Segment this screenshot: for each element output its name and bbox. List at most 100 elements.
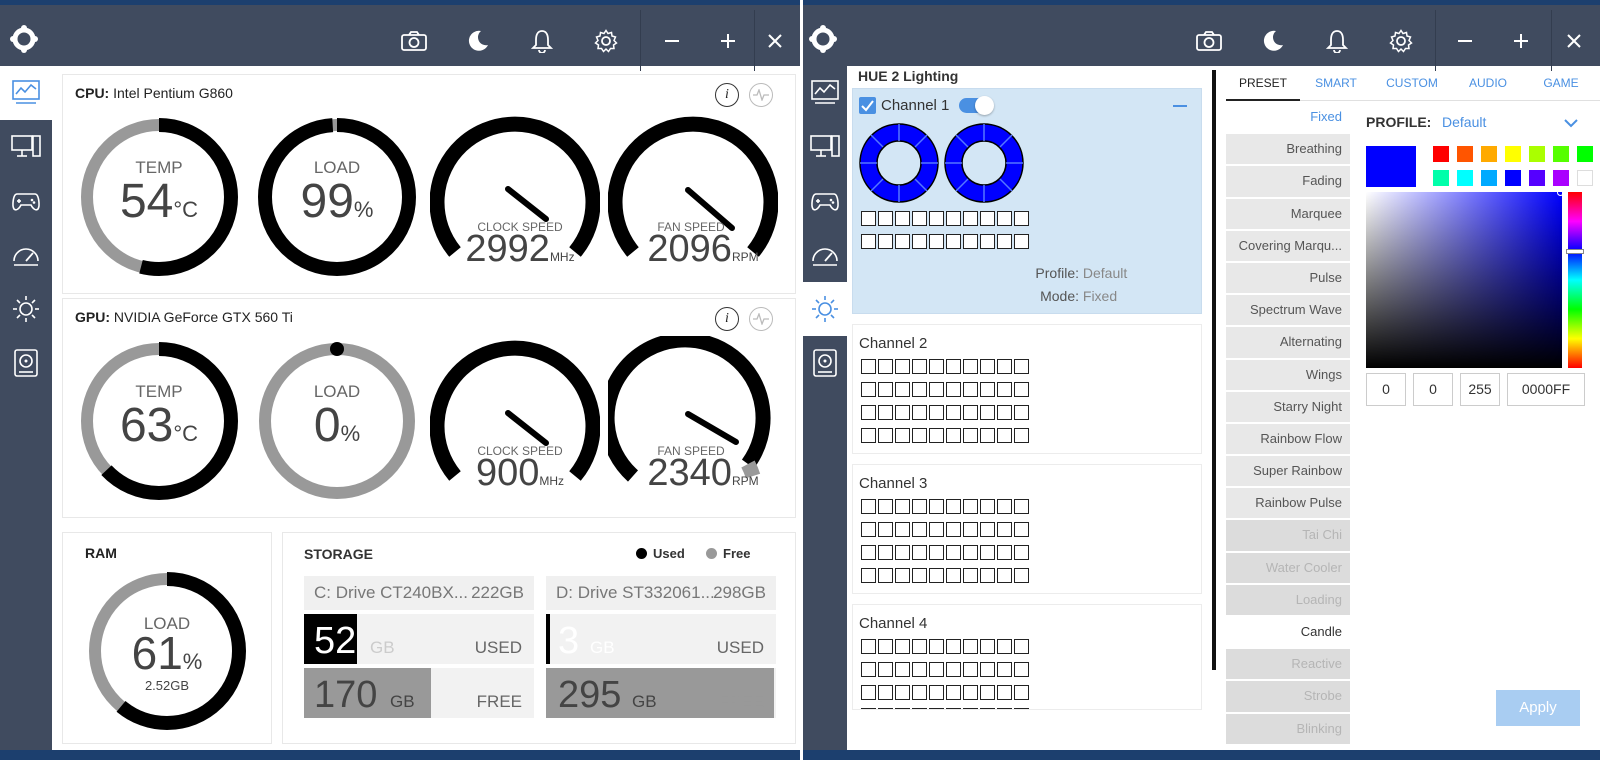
apply-button[interactable]: Apply — [1496, 690, 1580, 726]
drive-c-used-label: USED — [474, 638, 522, 657]
preset-item: Tai Chi — [1226, 520, 1350, 553]
channel-1-checkbox[interactable] — [859, 97, 876, 114]
channel-3-card[interactable]: Channel 3 — [852, 464, 1202, 594]
sidebar-item-dashboard[interactable] — [0, 66, 52, 120]
preset-list: Fixed Breathing Fading Marquee Covering Marq… — [1226, 102, 1350, 746]
cpu-fan-value: 2096RPM — [647, 228, 759, 270]
color-swatch[interactable] — [1505, 146, 1521, 162]
sidebar-item-pc[interactable] — [803, 120, 847, 174]
channel-scrollbar[interactable] — [1212, 70, 1216, 670]
gpu-temp-gauge: TEMP 63°C — [74, 336, 244, 506]
gpu-pulse-icon[interactable] — [749, 307, 773, 331]
cpu-temp-value: 54°C — [119, 175, 199, 228]
channel-1-collapse-icon[interactable] — [1173, 105, 1187, 107]
preset-item[interactable]: Alternating — [1226, 327, 1350, 360]
channel-2-card[interactable]: Channel 2 — [852, 324, 1202, 454]
plus-icon[interactable] — [1489, 10, 1553, 71]
preset-item[interactable]: Fixed — [1226, 102, 1350, 135]
preset-item[interactable]: Breathing — [1226, 134, 1350, 167]
gamepad-icon — [811, 193, 839, 211]
sidebar-item-storage[interactable] — [803, 336, 847, 390]
moon-icon[interactable] — [446, 10, 510, 71]
cpu-clock-value: 2992MHz — [465, 228, 575, 270]
red-input[interactable]: 0 — [1366, 373, 1406, 406]
sidebar-item-games[interactable] — [803, 174, 847, 228]
sidebar-item-performance[interactable] — [803, 228, 847, 282]
preset-item[interactable]: Pulse — [1226, 262, 1350, 296]
channel-1-card[interactable]: Channel 1 Profile: Default Mode: Fixed — [852, 88, 1202, 314]
saturation-value-picker[interactable] — [1366, 192, 1562, 368]
preset-item[interactable]: Wings — [1226, 359, 1350, 392]
fan-ring-preview — [859, 123, 1024, 203]
sidebar-item-lighting[interactable] — [803, 282, 847, 336]
profile-dropdown[interactable]: Default — [1442, 114, 1486, 130]
title-bar — [803, 0, 1600, 71]
gear-icon[interactable] — [574, 10, 638, 71]
sidebar-item-pc[interactable] — [0, 120, 52, 174]
minimize-icon[interactable] — [640, 10, 704, 71]
hue-slider[interactable] — [1568, 192, 1582, 368]
color-swatch[interactable] — [1553, 170, 1569, 186]
preset-item[interactable]: Candle — [1226, 617, 1350, 650]
color-swatch[interactable] — [1457, 170, 1473, 186]
color-swatch[interactable] — [1433, 146, 1449, 162]
sidebar-item-games[interactable] — [0, 174, 52, 228]
close-icon[interactable] — [1549, 10, 1599, 71]
desktop: CPU: Intel Pentium G860 i GPU: NVIDIA Ge… — [0, 0, 1600, 760]
color-swatch[interactable] — [1457, 146, 1473, 162]
color-swatch[interactable] — [1505, 170, 1521, 186]
hex-input[interactable]: 0000FF — [1507, 373, 1585, 406]
green-input[interactable]: 0 — [1413, 373, 1453, 406]
close-icon[interactable] — [750, 10, 800, 71]
gpu-info-icon[interactable]: i — [715, 307, 739, 331]
cpu-info-icon[interactable]: i — [715, 83, 739, 107]
bell-icon[interactable] — [510, 10, 574, 71]
sidebar-item-storage[interactable] — [0, 336, 52, 390]
color-swatch[interactable] — [1577, 146, 1593, 162]
color-swatch[interactable] — [1529, 146, 1545, 162]
channel-1-toggle[interactable] — [959, 96, 994, 115]
gear-icon[interactable] — [1369, 10, 1433, 71]
channel-4-name: Channel 4 — [859, 615, 928, 632]
preset-item[interactable]: Spectrum Wave — [1226, 295, 1350, 328]
bell-icon[interactable] — [1305, 10, 1369, 71]
sidebar-item-performance[interactable] — [0, 228, 52, 282]
camera-icon[interactable] — [382, 10, 446, 71]
preset-item[interactable]: Marquee — [1226, 198, 1350, 231]
camera-icon[interactable] — [1177, 10, 1241, 71]
color-swatch[interactable] — [1577, 170, 1593, 186]
picker-cursor[interactable] — [1557, 189, 1564, 196]
gamepad-icon — [12, 193, 40, 211]
drive-d-free-unit: GB — [632, 692, 657, 711]
tab-custom[interactable]: CUSTOM — [1372, 66, 1452, 101]
tab-smart[interactable]: SMART — [1300, 66, 1372, 101]
preset-item: Water Cooler — [1226, 552, 1350, 585]
preset-item[interactable]: Covering Marqu... — [1226, 230, 1350, 263]
color-swatch[interactable] — [1481, 170, 1497, 186]
color-swatch[interactable] — [1481, 146, 1497, 162]
sidebar-item-dashboard[interactable] — [803, 66, 847, 120]
tab-preset[interactable]: PRESET — [1226, 66, 1300, 101]
lighting-title: HUE 2 Lighting — [858, 68, 959, 84]
color-swatch[interactable] — [1553, 146, 1569, 162]
preset-item[interactable]: Starry Night — [1226, 391, 1350, 424]
minimize-icon[interactable] — [1433, 10, 1497, 71]
cpu-pulse-icon[interactable] — [749, 83, 773, 107]
preset-item[interactable]: Rainbow Flow — [1226, 423, 1350, 457]
chevron-down-icon[interactable] — [1564, 118, 1578, 128]
color-swatch[interactable] — [1529, 170, 1545, 186]
channel-4-card[interactable]: Channel 4 — [852, 604, 1202, 710]
preset-item[interactable]: Super Rainbow — [1226, 456, 1350, 489]
tab-game[interactable]: GAME — [1524, 66, 1598, 101]
sidebar-item-lighting[interactable] — [0, 282, 52, 336]
preset-item[interactable]: Rainbow Pulse — [1226, 488, 1350, 521]
channel-3-led-grid — [861, 499, 1031, 591]
moon-icon[interactable] — [1241, 10, 1305, 71]
color-swatch[interactable] — [1433, 170, 1449, 186]
hue-slider-handle[interactable] — [1566, 249, 1584, 254]
channel-1-mode: Mode: Fixed — [1040, 288, 1118, 304]
free-dot-icon — [706, 548, 717, 559]
preset-item[interactable]: Fading — [1226, 166, 1350, 199]
tab-audio[interactable]: AUDIO — [1452, 66, 1524, 101]
blue-input[interactable]: 255 — [1460, 373, 1500, 406]
